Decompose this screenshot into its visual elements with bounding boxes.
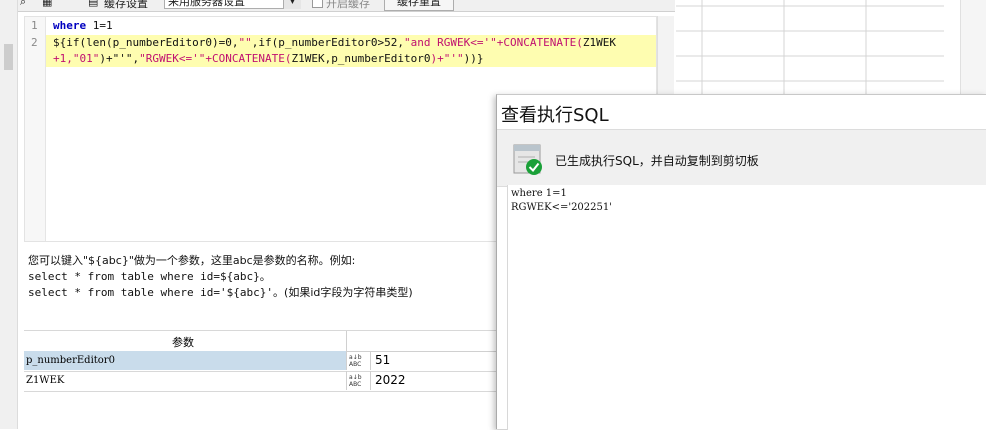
line-number: 2 xyxy=(31,36,38,49)
help-line-3-code: select * from table where id='${abc}'。 xyxy=(28,286,285,299)
param-value-input[interactable]: 51 xyxy=(370,351,498,370)
view-sql-dialog: 查看执行SQL 已生成执行SQL，并自动复制到剪切板 where 1=1 RGW… xyxy=(496,94,986,430)
help-line-1: 您可以键入"${abc}"做为一个参数，这里abc是参数的名称。例如: xyxy=(28,254,356,267)
code-line-1: where 1=1 xyxy=(53,19,113,32)
help-line-2: select * from table where id=${abc}。 xyxy=(28,270,271,283)
table-row[interactable]: p_numberEditor0 a↓b ABC 51 xyxy=(24,351,498,372)
dialog-title: 查看执行SQL xyxy=(501,105,609,126)
enable-cache-checkbox[interactable] xyxy=(312,0,323,8)
clear-cache-button[interactable]: 缓存重置 xyxy=(384,0,454,11)
param-value-input[interactable]: 2022 xyxy=(370,371,498,390)
param-name[interactable]: p_numberEditor0 xyxy=(24,351,346,370)
line-number: 1 xyxy=(31,19,38,32)
params-table-header: 参数 xyxy=(24,331,498,352)
toolbar: ⌕ ▦ ▤ 缓存设置 采用服务器设置 ▼ 开启缓存 缓存重置 xyxy=(18,0,675,12)
line-gutter: 1 2 xyxy=(25,17,46,241)
left-scrollbar[interactable] xyxy=(0,0,18,429)
param-help-text: 您可以键入"${abc}"做为一个参数，这里abc是参数的名称。例如: sele… xyxy=(28,253,413,301)
code-line-2: ${if(len(p_numberEditor0)=0,"",if(p_numb… xyxy=(53,36,616,49)
dialog-message: 已生成执行SQL，并自动复制到剪切板 xyxy=(555,154,759,168)
sql-output-textarea[interactable]: where 1=1 RGWEK<='202251' xyxy=(507,185,986,430)
type-abc-icon[interactable]: a↓b ABC xyxy=(346,371,370,390)
table-icon[interactable]: ▦ xyxy=(42,0,52,8)
cache-label: 缓存设置 xyxy=(104,0,148,10)
sql-output-line: where 1=1 xyxy=(511,188,567,199)
check-success-icon xyxy=(513,144,542,175)
table-row[interactable]: Z1WEK a↓b ABC 2022 xyxy=(24,371,498,392)
type-abc-icon[interactable]: a↓b ABC xyxy=(346,351,370,370)
code-line-2-wrap: +1,"01")+"'","RGWEK<='"+CONCATENATE(Z1WE… xyxy=(53,52,484,65)
spreadsheet-grid xyxy=(676,0,944,96)
params-column-header: 参数 xyxy=(172,336,194,349)
help-line-3-note: (如果id字段为字符串类型) xyxy=(284,286,413,299)
enable-cache-label: 开启缓存 xyxy=(326,0,370,10)
sheet-scrollbar[interactable] xyxy=(960,0,986,96)
param-name[interactable]: Z1WEK xyxy=(24,371,346,390)
cache-icon: ▤ xyxy=(88,0,99,8)
dialog-info-bar: 已生成执行SQL，并自动复制到剪切板 xyxy=(497,129,986,187)
search-icon[interactable]: ⌕ xyxy=(20,0,26,9)
params-table: 参数 p_numberEditor0 a↓b ABC 51 Z1WEK a↓b AB… xyxy=(24,330,498,392)
cache-select[interactable]: 采用服务器设置 xyxy=(164,0,300,9)
sql-output-line: RGWEK<='202251' xyxy=(511,202,612,213)
left-scroll-thumb[interactable] xyxy=(4,44,13,70)
chevron-down-icon[interactable]: ▼ xyxy=(283,0,301,9)
